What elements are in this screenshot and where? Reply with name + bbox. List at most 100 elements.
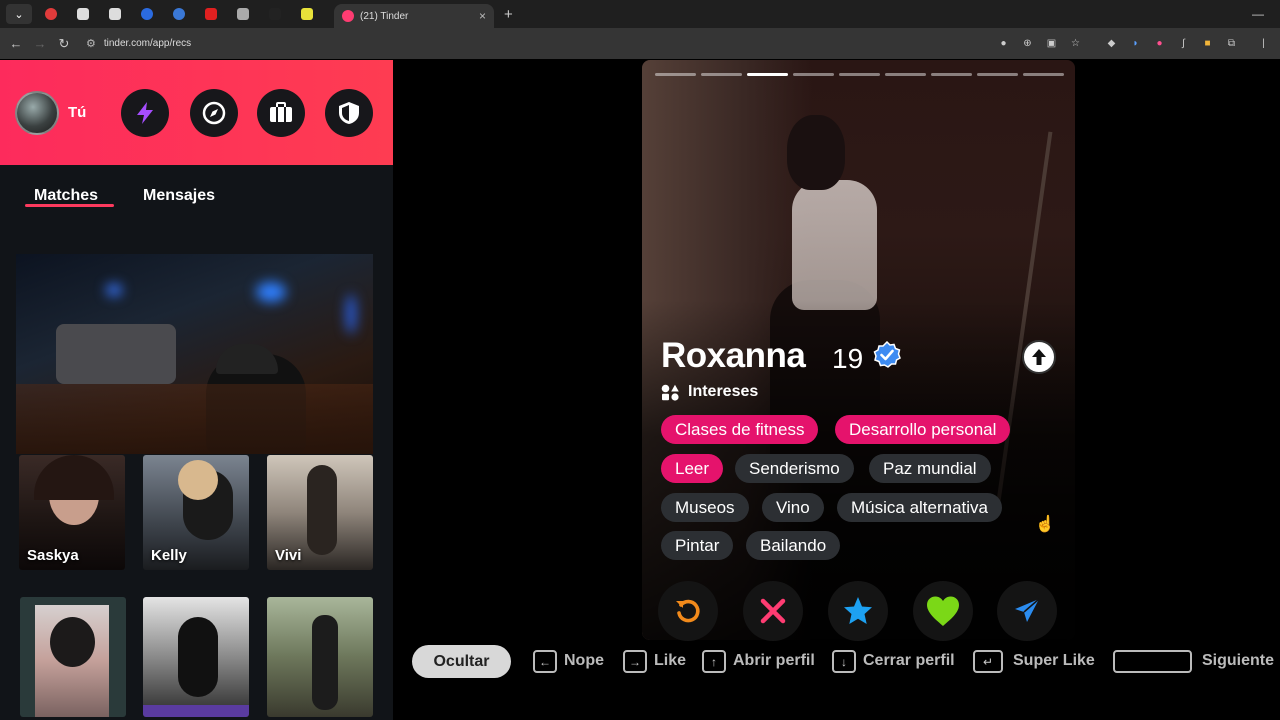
rewind-button[interactable] (658, 581, 718, 641)
extension-icon[interactable]: ● (1153, 37, 1166, 50)
active-tab-indicator (25, 204, 114, 207)
interests-label: Intereses (688, 383, 759, 400)
extension-icon[interactable]: ■ (1201, 37, 1214, 50)
shortcut-like-label: Like (654, 652, 687, 669)
match-card[interactable] (143, 597, 249, 717)
location-icon[interactable]: ● (997, 37, 1010, 50)
tab-matches[interactable]: Matches (34, 187, 98, 205)
avatar[interactable] (15, 90, 59, 135)
interest-chip: Senderismo (735, 454, 854, 483)
browser-tab[interactable] (38, 4, 64, 24)
forward-icon[interactable]: → (28, 36, 52, 51)
photo-progress-segment[interactable] (931, 73, 972, 76)
photo-progress-segment[interactable] (885, 73, 926, 76)
sidebar: Tú Matches Mensajes Saskya Kelly Vivi (0, 60, 393, 720)
like-button[interactable] (913, 581, 973, 641)
browser-tab[interactable] (70, 4, 96, 24)
shield-icon (339, 102, 359, 124)
interest-chip: Clases de fitness (661, 415, 819, 444)
nope-icon (760, 598, 786, 624)
browser-tab[interactable] (134, 4, 160, 24)
keyboard-shortcuts-bar: Ocultar ← Nope → Like ↑ Abrir perfil ↓ C… (412, 645, 1280, 678)
url-text[interactable]: tinder.com/app/recs (104, 38, 191, 49)
extension-icon[interactable]: ◗ (1129, 37, 1142, 50)
super-like-button[interactable] (828, 581, 888, 641)
sidebar-tabs: Matches Mensajes (0, 165, 393, 225)
site-info-icon[interactable]: ⚙ (86, 37, 96, 50)
match-card[interactable]: Saskya (19, 455, 125, 570)
interest-chip: Bailando (746, 531, 841, 560)
close-tab-icon[interactable]: × (479, 9, 486, 23)
interest-chip: Música alternativa (837, 493, 1003, 522)
profile-icon[interactable]: | (1257, 37, 1270, 50)
interest-chip: Museos (661, 493, 749, 522)
tab-list-button[interactable]: ⌄ (6, 4, 32, 24)
photo-figure (792, 180, 877, 310)
browser-tab-active[interactable]: (21) Tinder × (334, 4, 494, 28)
sidebar-header: Tú (0, 60, 393, 165)
tinder-favicon-icon (342, 10, 354, 22)
match-card[interactable]: Kelly (143, 455, 249, 570)
browser-tab[interactable] (166, 4, 192, 24)
verified-badge-icon (873, 341, 901, 368)
open-profile-button[interactable] (1022, 340, 1056, 374)
browser-tab[interactable] (262, 4, 288, 24)
extension-icon[interactable]: ∫ (1177, 37, 1190, 50)
match-video-thumbnail[interactable] (16, 254, 373, 454)
back-icon[interactable]: ← (4, 36, 28, 51)
profile-card[interactable]: Roxanna 19 Intereses Clases de fitness D… (642, 60, 1075, 640)
browser-tab[interactable] (294, 4, 320, 24)
cap-shape (216, 344, 278, 374)
right-arrow-key-icon: → (623, 650, 647, 673)
tab-messages[interactable]: Mensajes (143, 187, 215, 205)
install-app-icon[interactable]: ▣ (1045, 37, 1058, 50)
shortcut-open-profile-label: Abrir perfil (733, 652, 815, 669)
safety-button[interactable] (325, 89, 373, 137)
match-name: Kelly (151, 547, 187, 564)
compass-icon (202, 101, 226, 125)
profile-age: 19 (832, 343, 864, 374)
match-card[interactable]: Vivi (267, 455, 373, 570)
interest-chip: Vino (762, 493, 824, 522)
new-tab-icon[interactable]: + (504, 6, 513, 23)
photo-progress-segment[interactable] (655, 73, 696, 76)
zoom-icon[interactable]: ⊕ (1021, 37, 1034, 50)
profile-name: Roxanna (661, 336, 806, 375)
hide-shortcuts-button[interactable]: Ocultar (412, 645, 511, 678)
work-button[interactable] (257, 89, 305, 137)
arrow-up-icon (1032, 349, 1046, 365)
match-name: Vivi (275, 547, 302, 564)
photo-progress-segment[interactable] (1023, 73, 1064, 76)
photo-progress-segment[interactable] (793, 73, 834, 76)
interests-icon (661, 384, 679, 401)
photo-progress-segment[interactable] (839, 73, 880, 76)
interest-chip: Desarrollo personal (835, 415, 1011, 444)
extension-icon[interactable]: ◆ (1105, 37, 1118, 50)
browser-tab-bar: ⌄ (21) Tinder × + — (0, 0, 1280, 28)
user-label[interactable]: Tú (68, 104, 86, 121)
photo-figure (787, 115, 845, 190)
browser-tab[interactable] (230, 4, 256, 24)
match-card[interactable] (20, 597, 126, 717)
browser-tab[interactable] (102, 4, 128, 24)
lightning-icon (137, 102, 153, 124)
browser-tab[interactable] (198, 4, 224, 24)
match-card[interactable] (267, 597, 373, 717)
tab-title: (21) Tinder (360, 10, 409, 22)
photo-progress-segment[interactable] (977, 73, 1018, 76)
boost-button[interactable] (997, 581, 1057, 641)
boost-button[interactable] (121, 89, 169, 137)
photo-progress-segment[interactable] (701, 73, 742, 76)
address-bar: ← → ↻ ⚙ tinder.com/app/recs ● ⊕ ▣ ☆ ◆ ◗ … (0, 28, 1280, 59)
extensions-puzzle-icon[interactable]: ⧉ (1225, 37, 1238, 50)
explore-button[interactable] (190, 89, 238, 137)
nope-button[interactable] (743, 581, 803, 641)
photo-progress-bar (655, 73, 1064, 76)
interests-heading: Intereses (661, 383, 758, 401)
mouse-cursor-icon: ☝ (1035, 516, 1055, 533)
photo-progress-segment[interactable] (747, 73, 788, 76)
bookmark-star-icon[interactable]: ☆ (1069, 37, 1082, 50)
minimize-window-icon[interactable]: — (1252, 7, 1264, 21)
reload-icon[interactable]: ↻ (52, 36, 76, 52)
super-like-icon (844, 597, 872, 624)
